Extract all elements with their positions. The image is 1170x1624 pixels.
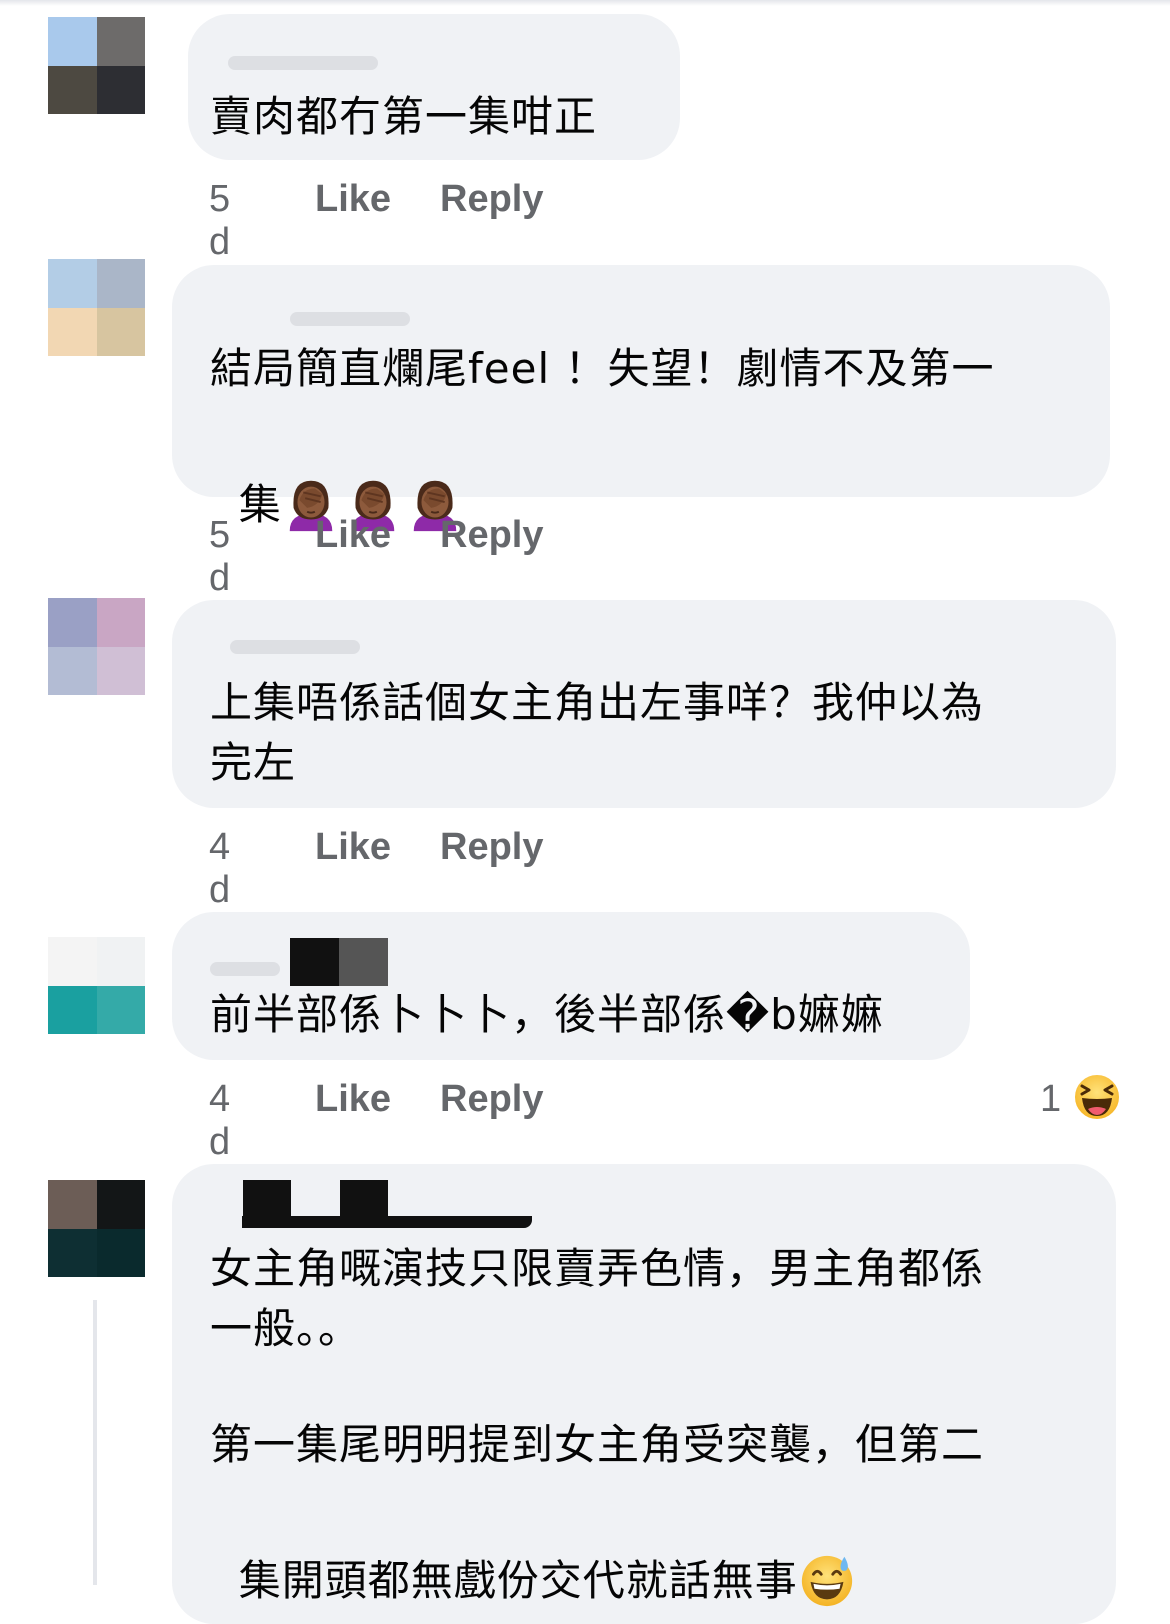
- comment-text: 前半部係卜卜卜，後半部係�b嫲嫲: [210, 990, 884, 1039]
- comment-text-line: 結局簡直爛尾feel ！失望！劇情不及第一: [210, 344, 995, 393]
- avatar-tile: [48, 65, 97, 114]
- reply-button[interactable]: Reply: [440, 826, 543, 869]
- reaction-count: 1: [1040, 1078, 1062, 1120]
- comment-text-fragment: 集: [238, 480, 282, 529]
- avatar[interactable]: [48, 17, 145, 114]
- avatar[interactable]: [48, 937, 145, 1034]
- avatar-tile: [48, 259, 97, 308]
- avatar-tile: [48, 1228, 97, 1277]
- avatar[interactable]: [48, 259, 145, 356]
- avatar[interactable]: [48, 598, 145, 695]
- avatar[interactable]: [48, 1180, 145, 1277]
- redaction-block: [290, 938, 388, 986]
- commenter-name-redacted: [228, 56, 378, 70]
- comment-timestamp[interactable]: 4 d: [209, 1078, 232, 1164]
- grinning-sweat-icon: [801, 1555, 852, 1607]
- avatar-tile: [48, 937, 97, 986]
- like-button[interactable]: Like: [315, 178, 391, 221]
- like-button[interactable]: Like: [315, 1078, 391, 1121]
- comment-timestamp[interactable]: 4 d: [209, 826, 232, 912]
- comment-text-line: 第一集尾明明提到女主角受突襲，但第二: [210, 1420, 985, 1469]
- reply-button[interactable]: Reply: [440, 514, 543, 557]
- avatar-tile: [96, 646, 145, 695]
- avatar-tile: [96, 1228, 145, 1277]
- like-button[interactable]: Like: [315, 514, 391, 557]
- redaction-block: [242, 1216, 532, 1228]
- commenter-name-redacted: [290, 312, 410, 326]
- top-divider: [0, 0, 1170, 6]
- comment-text-line: 女主角嘅演技只限賣弄色情，男主角都係: [210, 1244, 985, 1293]
- reply-button[interactable]: Reply: [440, 1078, 543, 1121]
- avatar-tile: [48, 985, 97, 1034]
- comment-text-line: 完左: [210, 738, 297, 787]
- comment-text-line: 集開頭都無戲份交代就話無事: [210, 1488, 860, 1612]
- avatar-tile: [48, 1180, 97, 1229]
- comment-text-fragment: 集開頭都無戲份交代就話無事: [238, 1556, 798, 1605]
- laughing-face-icon: [1073, 1073, 1121, 1121]
- comment-timestamp[interactable]: 5 d: [209, 514, 232, 600]
- avatar-tile: [96, 259, 145, 308]
- avatar-tile: [48, 17, 97, 66]
- avatar-tile: [48, 646, 97, 695]
- reply-button[interactable]: Reply: [440, 178, 543, 221]
- commenter-name-redacted: [230, 640, 360, 654]
- avatar-tile: [96, 307, 145, 356]
- avatar-tile: [48, 598, 97, 647]
- avatar-tile: [96, 65, 145, 114]
- comment-text-line: 上集唔係話個女主角出左事咩？我仲以為: [210, 678, 985, 727]
- comment-text-line: 一般。。: [210, 1304, 362, 1353]
- avatar-tile: [96, 17, 145, 66]
- avatar-tile: [96, 937, 145, 986]
- avatar-tile: [96, 985, 145, 1034]
- avatar-tile: [48, 307, 97, 356]
- like-button[interactable]: Like: [315, 826, 391, 869]
- avatar-tile: [96, 598, 145, 647]
- comment-timestamp[interactable]: 5 d: [209, 178, 232, 264]
- avatar-tile: [96, 1180, 145, 1229]
- commenter-name-redacted: [210, 962, 280, 976]
- comment-text: 賣肉都冇第一集咁正: [210, 92, 598, 141]
- thread-line: [93, 1300, 97, 1585]
